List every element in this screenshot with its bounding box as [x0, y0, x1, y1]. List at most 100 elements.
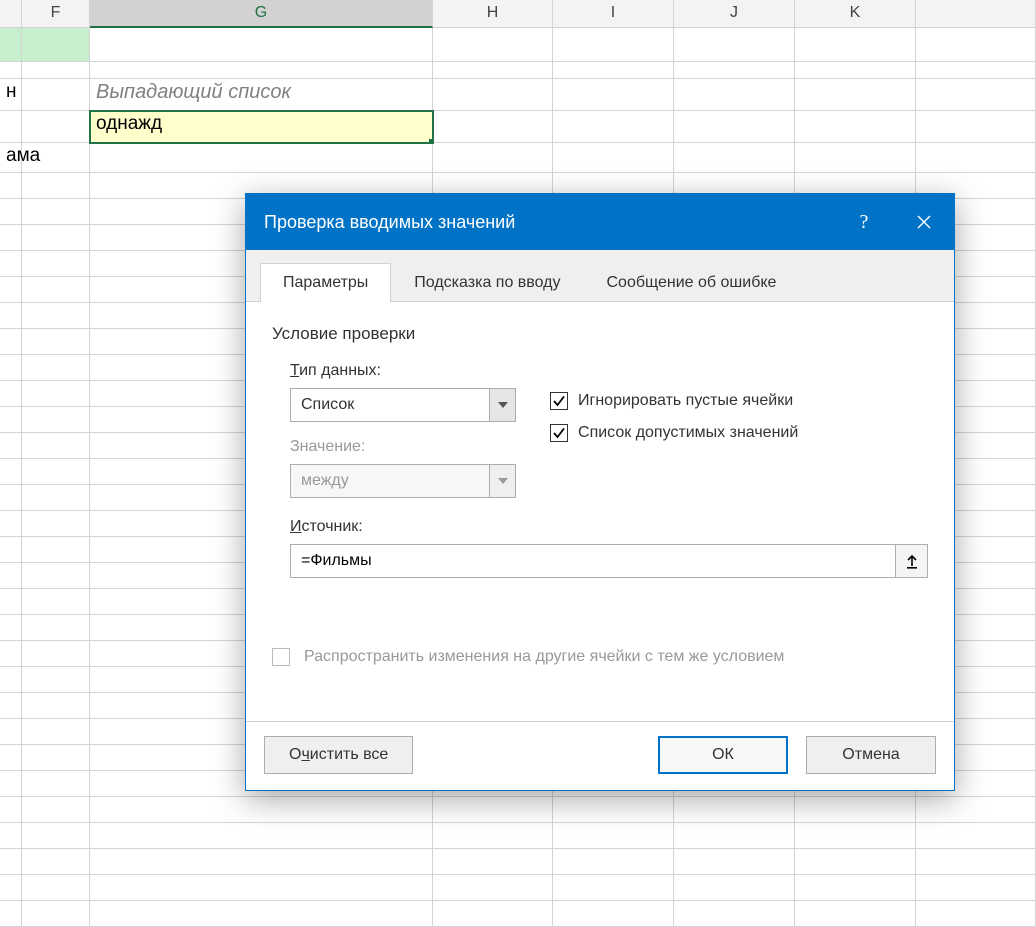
cell-empty[interactable] — [0, 745, 22, 771]
cell-empty[interactable] — [0, 173, 22, 199]
cell-J4[interactable] — [674, 111, 795, 143]
cell-empty[interactable] — [433, 875, 553, 901]
cell-empty[interactable] — [0, 329, 22, 355]
clear-all-button[interactable]: Очистить все — [264, 736, 413, 774]
cell-empty[interactable] — [433, 797, 553, 823]
col-header-I[interactable]: I — [553, 0, 674, 28]
cell-empty[interactable] — [0, 771, 22, 797]
cell-empty[interactable] — [0, 693, 22, 719]
cell-empty[interactable] — [674, 823, 795, 849]
cell-empty[interactable] — [22, 823, 90, 849]
cell-K2[interactable] — [795, 62, 916, 79]
cell-empty[interactable] — [916, 797, 1036, 823]
cell-L3[interactable] — [916, 79, 1036, 111]
cell-empty[interactable] — [433, 823, 553, 849]
col-header-J[interactable]: J — [674, 0, 795, 28]
cell-empty[interactable] — [916, 901, 1036, 927]
cell-empty[interactable] — [433, 901, 553, 927]
cell-F2[interactable] — [22, 62, 90, 79]
cell-H2[interactable] — [433, 62, 553, 79]
cell-empty[interactable] — [0, 251, 22, 277]
dialog-titlebar[interactable]: Проверка вводимых значений ? — [246, 194, 954, 250]
cell-empty[interactable] — [0, 537, 22, 563]
cell-empty[interactable] — [0, 433, 22, 459]
cell-empty[interactable] — [22, 771, 90, 797]
cell-empty[interactable] — [0, 303, 22, 329]
cell-K4[interactable] — [795, 111, 916, 143]
cell-empty[interactable] — [0, 277, 22, 303]
cell-empty[interactable] — [22, 459, 90, 485]
type-combo-button[interactable] — [489, 389, 515, 421]
cell-empty[interactable] — [22, 485, 90, 511]
cell-empty[interactable] — [0, 823, 22, 849]
cell-L1[interactable] — [916, 28, 1036, 62]
cell-K1[interactable] — [795, 28, 916, 62]
cell-I3[interactable] — [553, 79, 674, 111]
cell-empty[interactable] — [22, 329, 90, 355]
cell-empty[interactable] — [795, 901, 916, 927]
ok-button[interactable]: ОК — [658, 736, 788, 774]
cell-empty[interactable] — [22, 277, 90, 303]
cell-empty[interactable] — [22, 199, 90, 225]
cell-empty[interactable] — [22, 901, 90, 927]
cell-empty[interactable] — [22, 433, 90, 459]
cell-empty[interactable] — [0, 849, 22, 875]
col-header-K[interactable]: K — [795, 0, 916, 28]
cell-G5[interactable] — [90, 143, 433, 173]
cell-L5[interactable] — [916, 143, 1036, 173]
cell-empty[interactable] — [795, 849, 916, 875]
cell-empty[interactable] — [22, 719, 90, 745]
close-button[interactable] — [894, 194, 954, 250]
cell-empty[interactable] — [0, 589, 22, 615]
cell-empty[interactable] — [674, 901, 795, 927]
cell-empty[interactable] — [0, 381, 22, 407]
cell-F4[interactable] — [22, 111, 90, 143]
cell-G4-active[interactable]: однажд — [90, 111, 433, 143]
cell-empty[interactable] — [0, 615, 22, 641]
col-header-G[interactable]: G — [90, 0, 433, 28]
cell-empty[interactable] — [0, 797, 22, 823]
cell-empty[interactable] — [90, 901, 433, 927]
col-header-F[interactable]: F — [22, 0, 90, 28]
cell-empty[interactable] — [22, 849, 90, 875]
cell-empty[interactable] — [22, 381, 90, 407]
tab-input-message[interactable]: Подсказка по вводу — [391, 263, 583, 302]
cell-empty[interactable] — [0, 459, 22, 485]
col-header-L[interactable] — [916, 0, 1036, 28]
cell-empty[interactable] — [90, 797, 433, 823]
cell-empty[interactable] — [553, 901, 674, 927]
cell-empty[interactable] — [0, 563, 22, 589]
ignore-blank-checkbox[interactable]: Игнорировать пустые ячейки — [550, 392, 798, 410]
tab-parameters[interactable]: Параметры — [260, 263, 391, 302]
cell-empty[interactable] — [22, 407, 90, 433]
cell-empty[interactable] — [0, 667, 22, 693]
cell-J3[interactable] — [674, 79, 795, 111]
cell-G1[interactable] — [90, 28, 433, 62]
cell-F1[interactable] — [22, 28, 90, 62]
cell-empty[interactable] — [916, 875, 1036, 901]
cell-empty[interactable] — [674, 797, 795, 823]
cell-empty[interactable] — [795, 875, 916, 901]
cell-empty[interactable] — [0, 485, 22, 511]
cell-empty[interactable] — [0, 355, 22, 381]
cell-empty[interactable] — [22, 875, 90, 901]
cell-empty[interactable] — [795, 797, 916, 823]
cell-empty[interactable] — [22, 667, 90, 693]
cell-partial-r1[interactable] — [0, 28, 22, 62]
cell-empty[interactable] — [22, 693, 90, 719]
cell-I4[interactable] — [553, 111, 674, 143]
cell-empty[interactable] — [22, 589, 90, 615]
dropdown-list-checkbox[interactable]: Список допустимых значений — [550, 424, 798, 442]
cell-empty[interactable] — [916, 823, 1036, 849]
cell-empty[interactable] — [0, 199, 22, 225]
cell-partial-r5[interactable]: ама — [0, 143, 22, 173]
cell-partial-r4[interactable] — [0, 111, 22, 143]
cell-H1[interactable] — [433, 28, 553, 62]
cell-empty[interactable] — [0, 875, 22, 901]
cell-G3-label[interactable]: Выпадающий список — [90, 79, 433, 111]
cell-K3[interactable] — [795, 79, 916, 111]
cell-F3[interactable] — [22, 79, 90, 111]
cell-empty[interactable] — [553, 849, 674, 875]
cell-empty[interactable] — [22, 615, 90, 641]
cell-I2[interactable] — [553, 62, 674, 79]
